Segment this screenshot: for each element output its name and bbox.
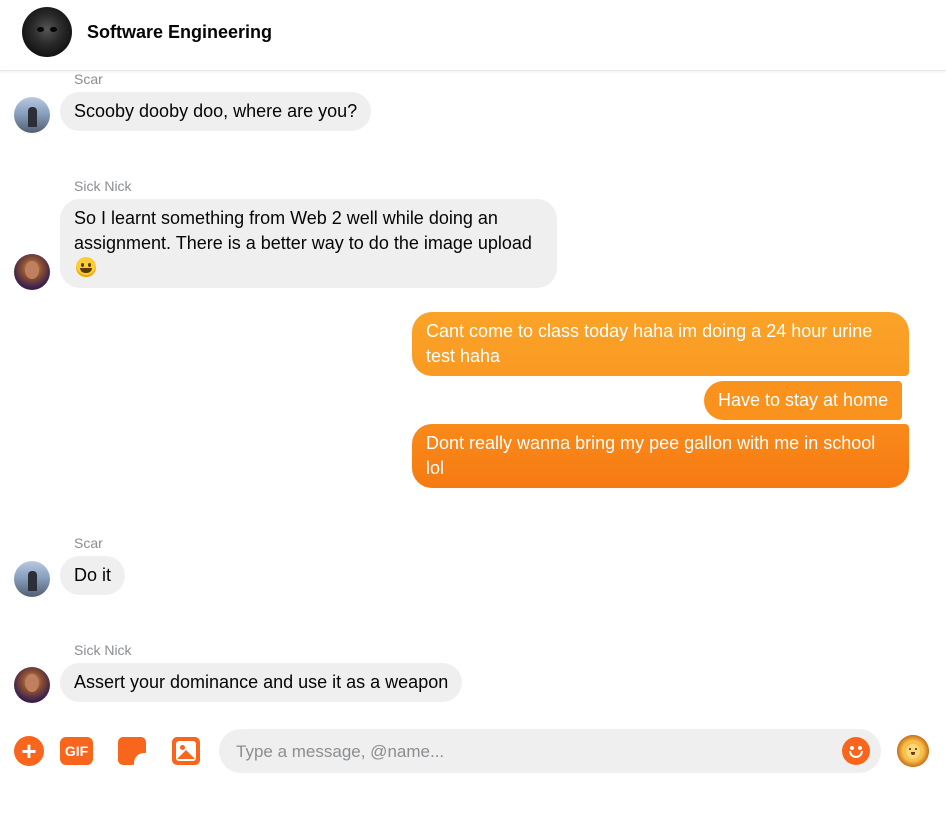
sender-name: Sick Nick <box>74 178 132 194</box>
message-composer: + GIF <box>0 728 946 776</box>
conversation-header: Software Engineering <box>0 0 946 71</box>
sticker-icon[interactable] <box>118 737 146 765</box>
message-bubble[interactable]: Have to stay at home <box>704 381 903 420</box>
message-bubble[interactable]: So I learnt something from Web 2 well wh… <box>60 199 557 288</box>
avatar[interactable] <box>14 667 50 703</box>
avatar[interactable] <box>14 561 50 597</box>
conversation-title[interactable]: Software Engineering <box>87 22 272 43</box>
message-text: So I learnt something from Web 2 well wh… <box>74 208 532 253</box>
sender-name: Sick Nick <box>74 642 132 658</box>
message-bubble[interactable]: Do it <box>60 556 126 595</box>
avatar[interactable] <box>14 97 50 133</box>
group-avatar[interactable] <box>22 7 72 57</box>
gif-button[interactable]: GIF <box>60 737 93 765</box>
more-actions-button[interactable]: + <box>14 736 44 766</box>
avatar[interactable] <box>14 254 50 290</box>
message-bubble[interactable]: Dont really wanna bring my pee gallon wi… <box>412 424 909 488</box>
message-bubble[interactable]: Cant come to class today haha im doing a… <box>412 312 909 376</box>
lion-emoji-icon[interactable] <box>897 735 929 767</box>
message-bubble[interactable]: Scooby dooby doo, where are you? <box>60 92 372 131</box>
sender-name: Scar <box>74 535 103 551</box>
message-bubble[interactable]: Assert your dominance and use it as a we… <box>60 663 463 702</box>
grinning-emoji-icon <box>76 257 96 277</box>
message-input[interactable] <box>234 729 828 775</box>
image-icon[interactable] <box>172 737 200 765</box>
emoji-icon[interactable] <box>842 737 870 765</box>
message-input-container <box>219 729 881 775</box>
sender-name: Scar <box>74 71 103 87</box>
